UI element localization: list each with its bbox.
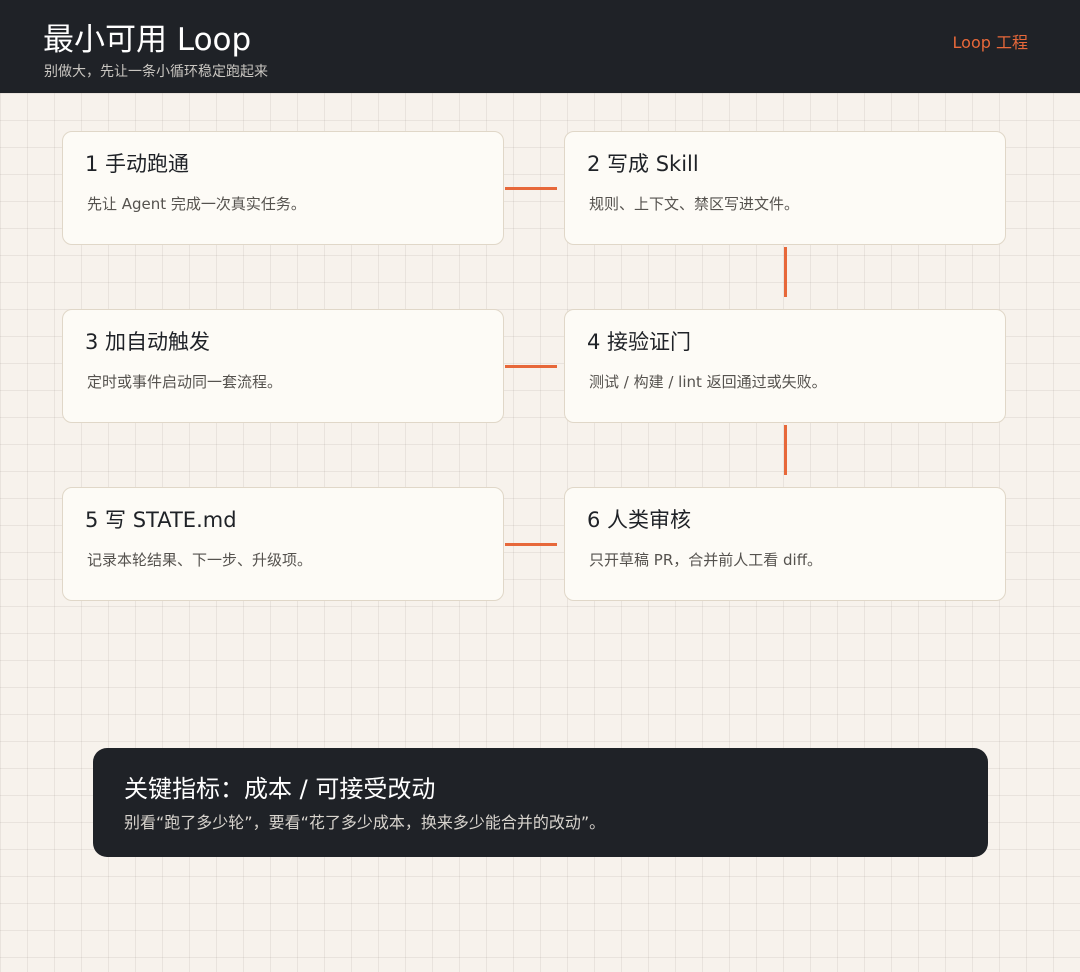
step-description: 规则、上下文、禁区写进文件。 [589,195,800,213]
step-title: 5 写 STATE.md [85,508,237,532]
connector-5-6 [505,543,557,546]
step-card-3: 3 加自动触发 定时或事件启动同一套流程。 [62,309,504,423]
step-card-4: 4 接验证门 测试 / 构建 / lint 返回通过或失败。 [564,309,1006,423]
header-tag: Loop 工程 [952,33,1028,52]
page-title: 最小可用 Loop [43,22,252,58]
metric-title: 关键指标：成本 / 可接受改动 [124,775,436,803]
step-card-2: 2 写成 Skill 规则、上下文、禁区写进文件。 [564,131,1006,245]
header-bar: 最小可用 Loop 别做大，先让一条小循环稳定跑起来 Loop 工程 [0,0,1080,93]
step-title: 3 加自动触发 [85,330,211,354]
step-title: 4 接验证门 [587,330,692,354]
step-card-1: 1 手动跑通 先让 Agent 完成一次真实任务。 [62,131,504,245]
step-title: 6 人类审核 [587,508,692,532]
connector-3-4 [505,365,557,368]
connector-1-2 [505,187,557,190]
step-title: 2 写成 Skill [587,152,699,176]
key-metric-panel: 关键指标：成本 / 可接受改动 别看“跑了多少轮”，要看“花了多少成本，换来多少… [93,748,988,857]
step-description: 定时或事件启动同一套流程。 [87,373,283,391]
connector-2-4 [784,247,787,297]
step-title: 1 手动跑通 [85,152,190,176]
step-description: 先让 Agent 完成一次真实任务。 [87,195,306,213]
connector-4-6 [784,425,787,475]
page-subtitle: 别做大，先让一条小循环稳定跑起来 [44,64,268,80]
metric-description: 别看“跑了多少轮”，要看“花了多少成本，换来多少能合并的改动”。 [124,813,606,832]
step-description: 只开草稿 PR，合并前人工看 diff。 [589,551,823,569]
step-card-6: 6 人类审核 只开草稿 PR，合并前人工看 diff。 [564,487,1006,601]
step-card-5: 5 写 STATE.md 记录本轮结果、下一步、升级项。 [62,487,504,601]
step-description: 记录本轮结果、下一步、升级项。 [87,551,313,569]
step-description: 测试 / 构建 / lint 返回通过或失败。 [589,373,827,391]
